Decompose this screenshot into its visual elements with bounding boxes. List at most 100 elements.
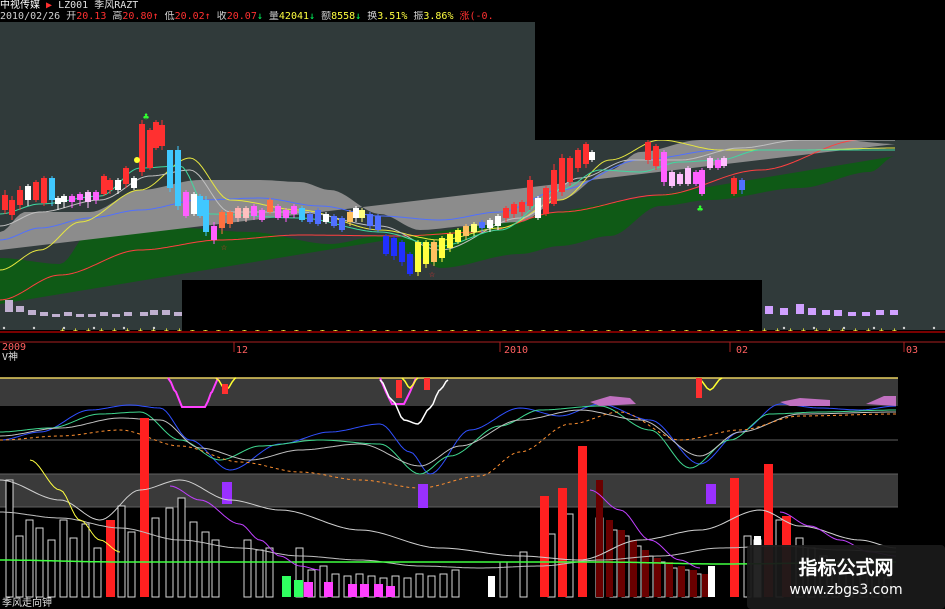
candlestick bbox=[259, 210, 265, 220]
volume-bar bbox=[890, 310, 898, 315]
histogram-bar-outline bbox=[35, 527, 44, 598]
histogram-bar-red bbox=[578, 446, 587, 597]
axis-dot bbox=[872, 326, 876, 330]
indicator-code[interactable]: LZ001 bbox=[58, 0, 88, 11]
histogram-bar-outline bbox=[427, 575, 436, 598]
plus-marker: + bbox=[762, 326, 767, 335]
plus-marker: + bbox=[801, 326, 806, 335]
axis-dot bbox=[932, 326, 936, 330]
candlestick bbox=[315, 210, 321, 224]
bottom-pane-label: 季风走向钾 bbox=[2, 598, 52, 609]
signal-icon: ♣ bbox=[697, 204, 703, 215]
chart-window: ♣ ☆ ☆ ♣ + + + + + + + + + + + + + + + + + + + + + + + + + + + + + + + + + + + +… bbox=[0, 0, 945, 609]
signal-bar-purple bbox=[706, 484, 716, 504]
candlestick bbox=[307, 214, 313, 222]
candlestick bbox=[503, 208, 509, 218]
candlestick bbox=[175, 150, 181, 206]
turnover-label: 换 bbox=[367, 11, 378, 22]
histogram-bar-outline bbox=[5, 479, 14, 598]
histogram-bar-magenta bbox=[386, 586, 395, 597]
volume-bar bbox=[140, 312, 148, 316]
candlestick bbox=[431, 242, 437, 262]
change-value: 涨(-0. bbox=[459, 11, 494, 22]
indicator-band-gray bbox=[0, 474, 898, 507]
stock-title-row: 中视传媒 ▶ LZ001 季风RAZT bbox=[0, 0, 535, 11]
signal-bar-red bbox=[222, 384, 228, 394]
plus-marker: + bbox=[138, 326, 143, 335]
histogram-bar-darkred bbox=[690, 570, 697, 597]
candlestick bbox=[61, 196, 67, 202]
high-value: 20.80 bbox=[122, 11, 153, 22]
volume-bar bbox=[765, 306, 773, 314]
candlestick bbox=[463, 226, 469, 236]
histogram-bar-outline bbox=[47, 539, 56, 598]
volume-bar bbox=[834, 310, 842, 316]
candlestick bbox=[123, 168, 129, 184]
candlestick bbox=[131, 178, 137, 188]
histogram-bar-red bbox=[730, 478, 739, 597]
volume-bar bbox=[848, 312, 856, 316]
candlestick bbox=[399, 242, 405, 262]
histogram-bar-outline bbox=[15, 535, 24, 598]
candlestick bbox=[283, 210, 289, 218]
candlestick bbox=[471, 224, 477, 232]
histogram-bar-darkred bbox=[654, 558, 661, 597]
low-value: 20.02 bbox=[174, 11, 205, 22]
candlestick bbox=[85, 192, 91, 202]
candlestick bbox=[731, 178, 737, 194]
histogram-bar-outline bbox=[255, 549, 264, 598]
indicator-band-gray bbox=[0, 378, 898, 406]
candlestick bbox=[93, 192, 99, 200]
candlestick bbox=[159, 125, 165, 146]
candlestick bbox=[543, 188, 549, 214]
signal-bar-red bbox=[396, 380, 402, 398]
volume-bar bbox=[100, 312, 108, 316]
candlestick bbox=[739, 180, 745, 190]
candlestick bbox=[267, 200, 273, 212]
axis-dot bbox=[122, 326, 126, 330]
watermark-url: www.zbgs3.com bbox=[789, 582, 903, 598]
plus-marker: + bbox=[892, 326, 897, 335]
plus-marker: + bbox=[879, 326, 884, 335]
watermark: 指标公式网 www.zbgs3.com bbox=[747, 545, 945, 609]
candlestick bbox=[699, 170, 705, 194]
black-overlay-block bbox=[535, 0, 945, 140]
axis-dot bbox=[812, 326, 816, 330]
histogram-bar-darkred bbox=[618, 530, 625, 597]
volume-bar bbox=[822, 310, 830, 315]
volume-bar bbox=[124, 312, 132, 316]
amount-label: 额 bbox=[321, 11, 332, 22]
volume-bar bbox=[16, 306, 24, 312]
candlestick bbox=[653, 146, 659, 166]
candlestick bbox=[479, 222, 485, 228]
arrow-icon: ▶ bbox=[46, 0, 53, 11]
candlestick bbox=[669, 172, 675, 186]
candlestick bbox=[455, 230, 461, 242]
formula-name[interactable]: 季风RAZT bbox=[94, 0, 138, 11]
candlestick bbox=[715, 160, 721, 168]
axis-dot bbox=[152, 326, 156, 330]
axis-dot bbox=[2, 326, 6, 330]
plus-marker: + bbox=[853, 326, 858, 335]
candlestick bbox=[439, 238, 445, 258]
candlestick bbox=[359, 210, 365, 218]
time-label-02: 02 bbox=[736, 345, 749, 356]
candlestick bbox=[567, 158, 573, 182]
histogram-bar-outline bbox=[519, 551, 528, 598]
candlestick bbox=[407, 254, 413, 274]
histogram-bar-magenta bbox=[374, 584, 383, 597]
candlestick bbox=[551, 170, 557, 204]
amplitude-value: 3.86% bbox=[423, 11, 454, 22]
candlestick bbox=[25, 186, 31, 200]
candlestick bbox=[677, 174, 683, 184]
time-label-12: 12 bbox=[236, 345, 249, 356]
watermark-title: 指标公式网 bbox=[798, 557, 894, 579]
stock-chart-canvas[interactable]: ♣☆☆♣+ + + + + + + + + + + + + + + + + + + + + + + + + + + + + + + + + + + +… bbox=[0, 0, 945, 609]
candlestick bbox=[707, 158, 713, 168]
candlestick bbox=[527, 180, 533, 206]
volume-bar bbox=[28, 310, 36, 315]
candlestick bbox=[251, 206, 257, 216]
histogram-bar-magenta bbox=[360, 584, 369, 597]
candlestick bbox=[685, 168, 691, 184]
histogram-bar-outline bbox=[59, 519, 68, 598]
